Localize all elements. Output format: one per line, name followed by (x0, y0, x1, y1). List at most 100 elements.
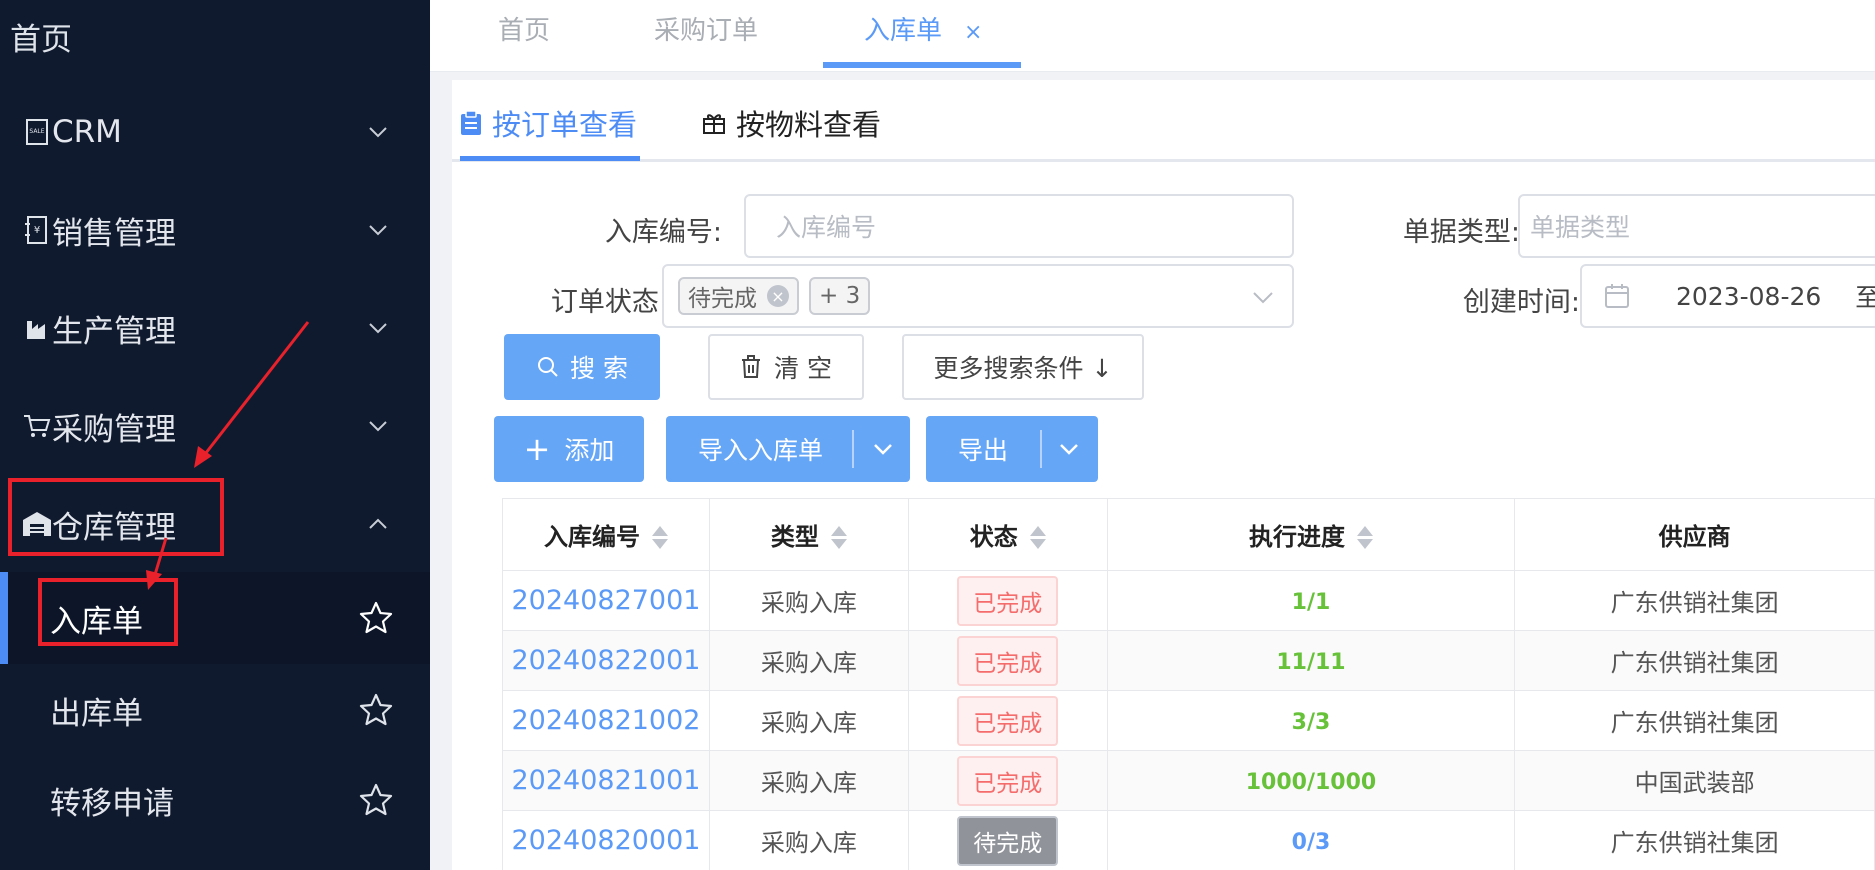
sales-doc-icon: ¥ (22, 214, 52, 246)
row-type: 采购入库 (708, 690, 909, 751)
order-status-select[interactable]: 待完成 × + 3 (662, 264, 1294, 328)
header-supplier: 供应商 (1514, 498, 1875, 571)
sidebar-item-production[interactable]: 生产管理 (0, 282, 430, 374)
tab-home[interactable]: 首页 (498, 10, 550, 47)
view-tabs: 按订单查看 按物料查看 (452, 80, 1875, 162)
chevron-down-icon (369, 421, 387, 432)
status-badge: 已完成 (957, 755, 1059, 806)
tag-close-icon[interactable]: × (767, 285, 789, 307)
tab-label: 入库单 (864, 16, 943, 46)
row-progress: 1000/1000 (1245, 769, 1377, 795)
close-icon[interactable]: × (964, 20, 982, 45)
star-icon[interactable] (358, 692, 394, 728)
table-row: 20240821002 采购入库 已完成 3/3 广东供销社集团 (502, 690, 1875, 751)
tab-purchase-order[interactable]: 采购订单 (654, 10, 758, 47)
chevron-down-icon[interactable] (870, 436, 896, 462)
sidebar-item-warehouse[interactable]: 仓库管理 (0, 478, 430, 570)
row-supplier: 广东供销社集团 (1514, 570, 1875, 631)
row-code-link[interactable]: 20240827001 (512, 585, 701, 616)
created-date-range[interactable]: 2023-08-26 至 (1580, 264, 1875, 328)
sidebar-subitem-inbound[interactable]: 入库单 (0, 572, 430, 664)
sort-icon[interactable] (830, 524, 847, 552)
table-row: 20240820001 采购入库 待完成 0/3 广东供销社集团 (502, 810, 1875, 870)
status-badge: 已完成 (957, 635, 1059, 686)
row-type: 采购入库 (708, 630, 909, 691)
doc-type-select[interactable]: 单据类型 (1518, 194, 1875, 258)
sidebar: 首页 SALE CRM ¥ 销售管理 生产管理 采购管理 仓库管理 入库单 出库… (0, 0, 430, 870)
row-supplier: 广东供销社集团 (1514, 630, 1875, 691)
sidebar-subitem-transfer[interactable]: 转移申请 (0, 754, 430, 846)
sidebar-item-label: CRM (52, 114, 122, 150)
sale-icon: SALE (22, 116, 52, 148)
date-separator: 至 (1855, 283, 1875, 312)
sidebar-item-crm[interactable]: SALE CRM (0, 86, 430, 178)
sidebar-item-sales[interactable]: ¥ 销售管理 (0, 184, 430, 276)
row-code-link[interactable]: 20240821002 (512, 705, 701, 736)
sidebar-item-label: 仓库管理 (52, 509, 176, 546)
gift-box-icon (703, 114, 725, 134)
export-button[interactable]: 导出 (926, 416, 1098, 482)
row-supplier: 广东供销社集团 (1514, 690, 1875, 751)
star-icon[interactable] (358, 782, 394, 818)
header-status[interactable]: 状态 (907, 498, 1108, 571)
chevron-up-icon (369, 518, 387, 529)
tab-inbound[interactable]: 入库单 × (864, 10, 982, 47)
import-button[interactable]: 导入入库单 (666, 416, 910, 482)
plus-icon: + (523, 430, 551, 468)
code-label: 入库编号: (604, 217, 722, 248)
factory-icon (22, 312, 52, 344)
row-progress: 0/3 (1291, 829, 1331, 855)
sidebar-item-purchase[interactable]: 采购管理 (0, 380, 430, 472)
svg-text:SALE: SALE (29, 128, 44, 135)
row-code-link[interactable]: 20240822001 (512, 645, 701, 676)
status-badge: 待完成 (957, 815, 1059, 866)
header-type[interactable]: 类型 (708, 498, 909, 571)
sort-icon[interactable] (1356, 524, 1373, 552)
sidebar-subitem-label: 入库单 (50, 603, 143, 640)
status-badge: 已完成 (957, 695, 1059, 746)
header-code[interactable]: 入库编号 (502, 498, 710, 571)
subtab-by-material[interactable]: 按物料查看 (702, 102, 881, 144)
trash-icon (742, 355, 761, 378)
sidebar-item-label: 生产管理 (52, 313, 176, 350)
row-code-link[interactable]: 20240821001 (512, 765, 701, 796)
subtab-by-order[interactable]: 按订单查看 (460, 102, 637, 144)
header-progress[interactable]: 执行进度 (1106, 498, 1516, 571)
search-button[interactable]: 搜 索 (504, 334, 660, 400)
more-conditions-button[interactable]: 更多搜索条件 ↓ (902, 334, 1144, 400)
sidebar-home[interactable]: 首页 (10, 14, 72, 59)
row-code-link[interactable]: 20240820001 (512, 825, 701, 856)
svg-text:¥: ¥ (34, 225, 40, 236)
status-badge: 已完成 (957, 575, 1059, 626)
sidebar-subitem-outbound[interactable]: 出库单 (0, 664, 430, 756)
status-more-tag: + 3 (809, 277, 871, 315)
chevron-down-icon[interactable] (1056, 436, 1082, 462)
sort-icon[interactable] (1029, 524, 1046, 552)
row-type: 采购入库 (708, 810, 909, 870)
row-progress: 11/11 (1276, 649, 1346, 675)
clear-button[interactable]: 清 空 (708, 334, 864, 400)
doc-type-label: 单据类型: (1402, 217, 1520, 248)
calendar-icon (1605, 284, 1629, 308)
split-divider (1040, 430, 1042, 468)
chevron-down-icon (1253, 292, 1273, 304)
subtab-label: 按物料查看 (736, 108, 882, 142)
tab-active-underline (823, 62, 1021, 68)
sidebar-subitem-label: 转移申请 (50, 785, 174, 822)
row-type: 采购入库 (708, 750, 909, 811)
add-button[interactable]: + 添加 (494, 416, 644, 482)
row-type: 采购入库 (708, 570, 909, 631)
code-input[interactable]: 入库编号 (744, 194, 1294, 258)
sort-icon[interactable] (651, 524, 668, 552)
chevron-down-icon (369, 127, 387, 138)
sidebar-subitem-label: 出库单 (50, 695, 143, 732)
order-status-label: 订单状态: (550, 287, 668, 318)
split-divider (852, 430, 854, 468)
star-icon[interactable] (358, 600, 394, 636)
tab-bar: 首页 采购订单 入库单 × (430, 0, 1875, 72)
subtab-active-underline (460, 156, 640, 161)
cart-icon (22, 410, 52, 442)
row-supplier: 广东供销社集团 (1514, 810, 1875, 870)
inbound-orders-table: 入库编号 类型 状态 执行进度 供应商 20240827001 采购入库 已完成… (502, 498, 1875, 870)
table-row: 20240822001 采购入库 已完成 11/11 广东供销社集团 (502, 630, 1875, 691)
